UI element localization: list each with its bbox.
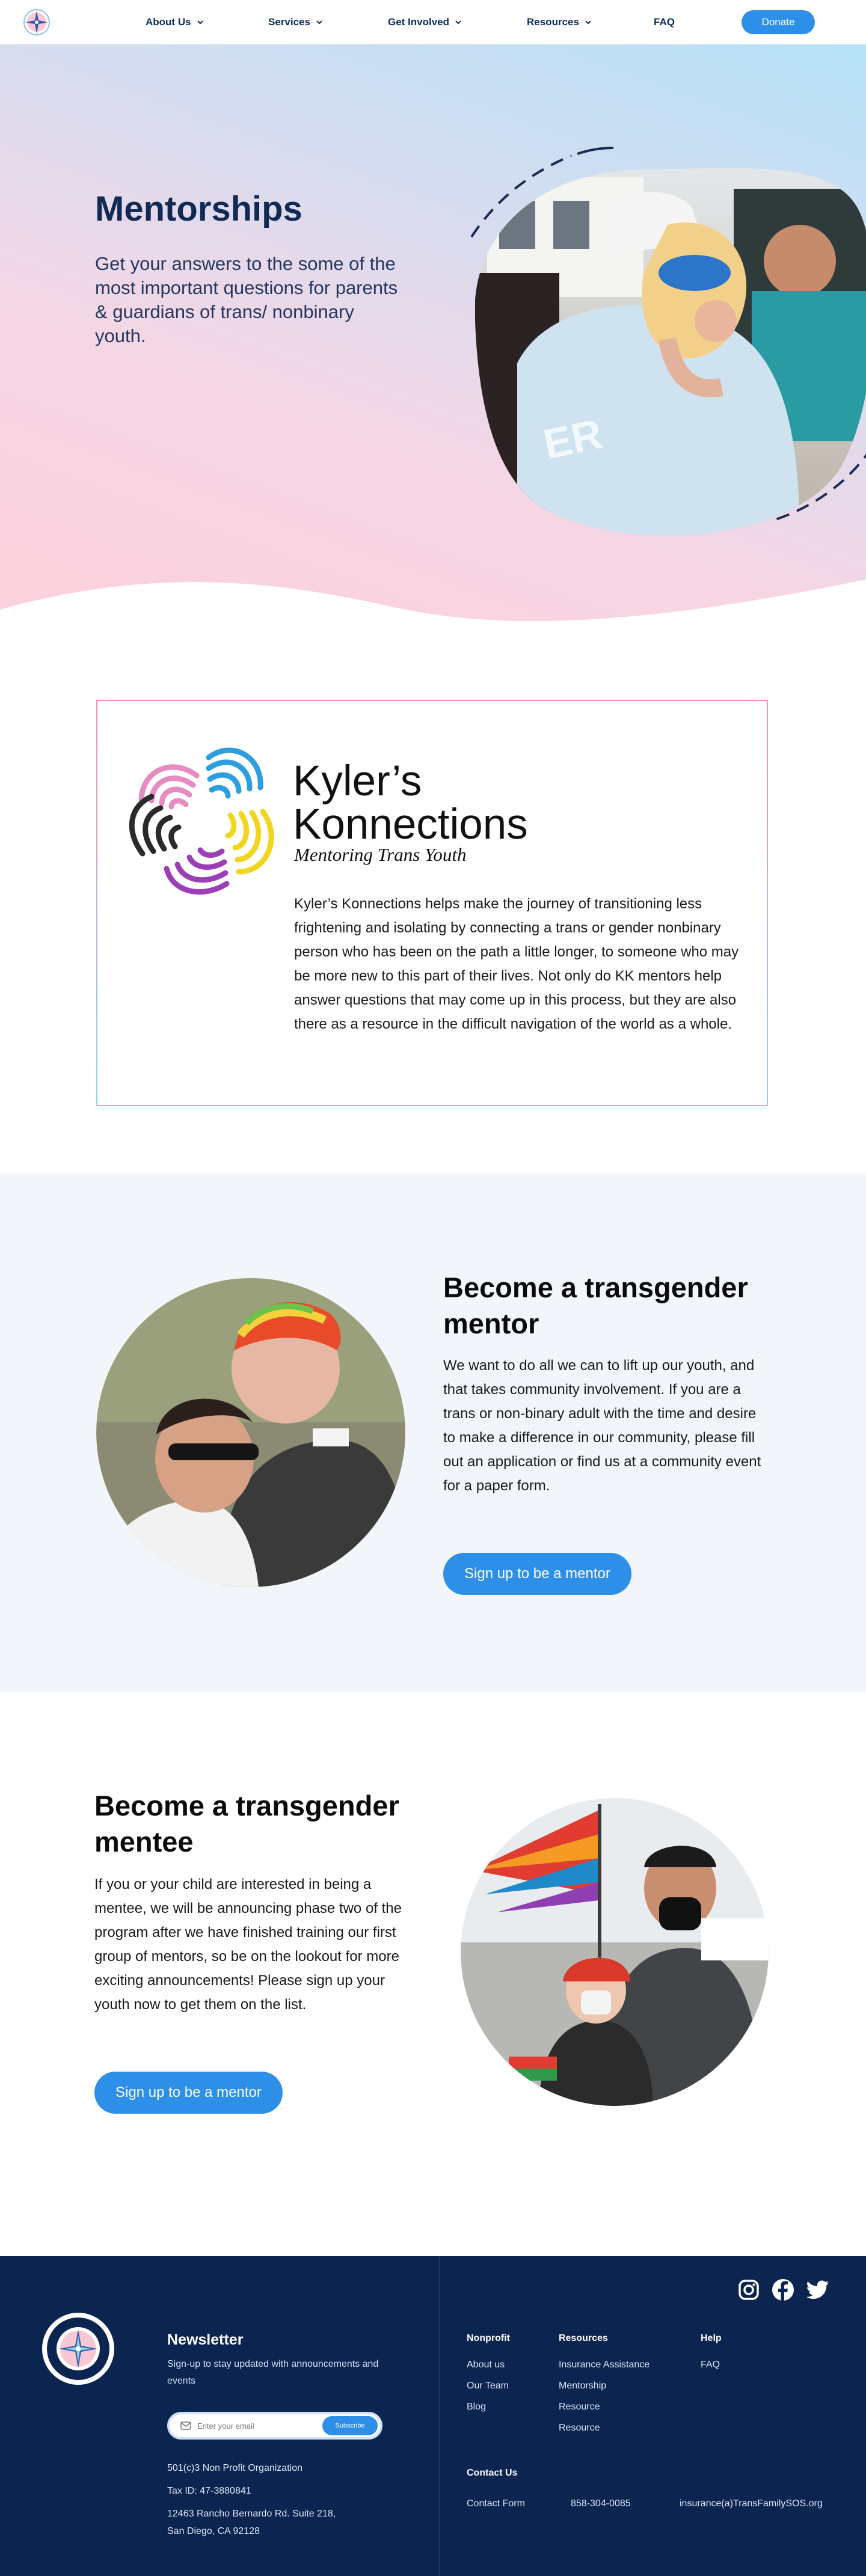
transfamily-seal-logo	[42, 2313, 114, 2385]
nav-get-involved[interactable]: Get Involved	[388, 16, 462, 28]
footer-contact-heading: Contact Us	[467, 2468, 518, 2478]
nav-about-us-label: About Us	[146, 16, 191, 28]
nav-faq[interactable]: FAQ	[654, 16, 675, 28]
mentor-body: We want to do all we can to lift up our …	[443, 1357, 761, 1494]
kk-program-name: Kyler’s Konnections	[293, 760, 528, 846]
kk-tagline: Mentoring Trans Youth	[294, 844, 467, 865]
hero-section: Mentorships Get your answers to the some…	[0, 44, 866, 634]
chevron-down-icon	[197, 20, 203, 25]
kk-description: Kyler’s Konnections helps make the journ…	[294, 896, 739, 1032]
subscribe-button[interactable]: Subscribe	[322, 2416, 378, 2435]
nav-get-involved-label: Get Involved	[388, 16, 450, 28]
nav-resources[interactable]: Resources	[527, 16, 592, 28]
nav-about-us[interactable]: About Us	[146, 16, 204, 28]
footer-link-mentorship[interactable]: Mentorship	[559, 2381, 606, 2391]
hero-hug-photo: ER	[470, 147, 866, 536]
page-title: Mentorships	[95, 189, 302, 228]
top-navigation: About Us Services Get Involved Resources…	[0, 0, 866, 44]
footer-link-insurance-assistance[interactable]: Insurance Assistance	[559, 2360, 650, 2370]
mentee-title: Become a transgender mentee	[94, 1790, 399, 1858]
mentee-body: If you or your child are interested in b…	[94, 1876, 402, 2013]
nav-resources-label: Resources	[527, 16, 579, 28]
footer-link-about-us[interactable]: About us	[467, 2360, 505, 2370]
kylers-konnections-card: Kyler’s Konnections Mentoring Trans Yout…	[96, 700, 768, 1106]
hero-subtitle: Get your answers to the some of the most…	[95, 253, 398, 346]
chevron-down-icon	[455, 20, 461, 25]
kk-name-line1: Kyler’s	[293, 757, 422, 805]
footer-link-our-team[interactable]: Our Team	[467, 2381, 509, 2391]
mentor-signup-button[interactable]: Sign up to be a mentor	[443, 1553, 631, 1595]
kylers-konnections-hands-logo	[129, 747, 274, 895]
footer-contact-form-link[interactable]: Contact Form	[467, 2498, 525, 2509]
footer-phone-link[interactable]: 858-304-0085	[571, 2498, 631, 2509]
mentee-pride-event-photo	[461, 1798, 769, 2106]
nav-services[interactable]: Services	[268, 16, 324, 28]
twitter-icon[interactable]	[806, 2278, 830, 2302]
newsletter-title: Newsletter	[167, 2331, 244, 2348]
mentor-title: Become a transgender mentor	[443, 1271, 748, 1339]
footer-link-resource-2[interactable]: Resource	[559, 2423, 600, 2434]
footer-nonprofit-heading: Nonprofit	[467, 2333, 510, 2343]
become-mentor-section: Become a transgender mentor We want to d…	[0, 1173, 866, 1692]
mentor-hug-photo	[96, 1278, 405, 1587]
org-type: 501(c)3 Non Profit Organization	[167, 2463, 302, 2473]
footer-email-link[interactable]: insurance(a)TransFamilySOS.org	[680, 2498, 823, 2509]
kk-name-line2: Konnections	[293, 801, 528, 848]
footer-link-blog[interactable]: Blog	[467, 2402, 486, 2412]
newsletter-description: Sign-up to stay updated with announcemen…	[167, 2359, 379, 2386]
footer-link-faq[interactable]: FAQ	[701, 2360, 720, 2370]
newsletter-form: Subscribe	[167, 2412, 382, 2440]
facebook-icon[interactable]	[771, 2278, 795, 2302]
hero-wave-divider	[0, 580, 866, 634]
donate-button[interactable]: Donate	[742, 10, 815, 34]
instagram-icon[interactable]	[737, 2278, 761, 2302]
mentee-signup-button[interactable]: Sign up to be a mentor	[94, 2072, 283, 2114]
chevron-down-icon	[316, 20, 322, 25]
newsletter-email-input[interactable]	[197, 2418, 312, 2433]
nav-faq-label: FAQ	[654, 16, 675, 28]
transfamily-logo-icon[interactable]	[23, 8, 51, 36]
tax-id: Tax ID: 47-3880841	[167, 2486, 251, 2496]
mail-icon	[180, 2422, 191, 2430]
footer-help-heading: Help	[701, 2333, 722, 2343]
site-footer: Newsletter Sign-up to stay updated with …	[0, 2256, 866, 2576]
address: 12463 Rancho Bernardo Rd. Suite 218, San…	[167, 2509, 336, 2536]
nav-services-label: Services	[268, 16, 310, 28]
footer-link-resource-1[interactable]: Resource	[559, 2402, 600, 2412]
chevron-down-icon	[585, 20, 591, 25]
footer-resources-heading: Resources	[559, 2333, 608, 2343]
